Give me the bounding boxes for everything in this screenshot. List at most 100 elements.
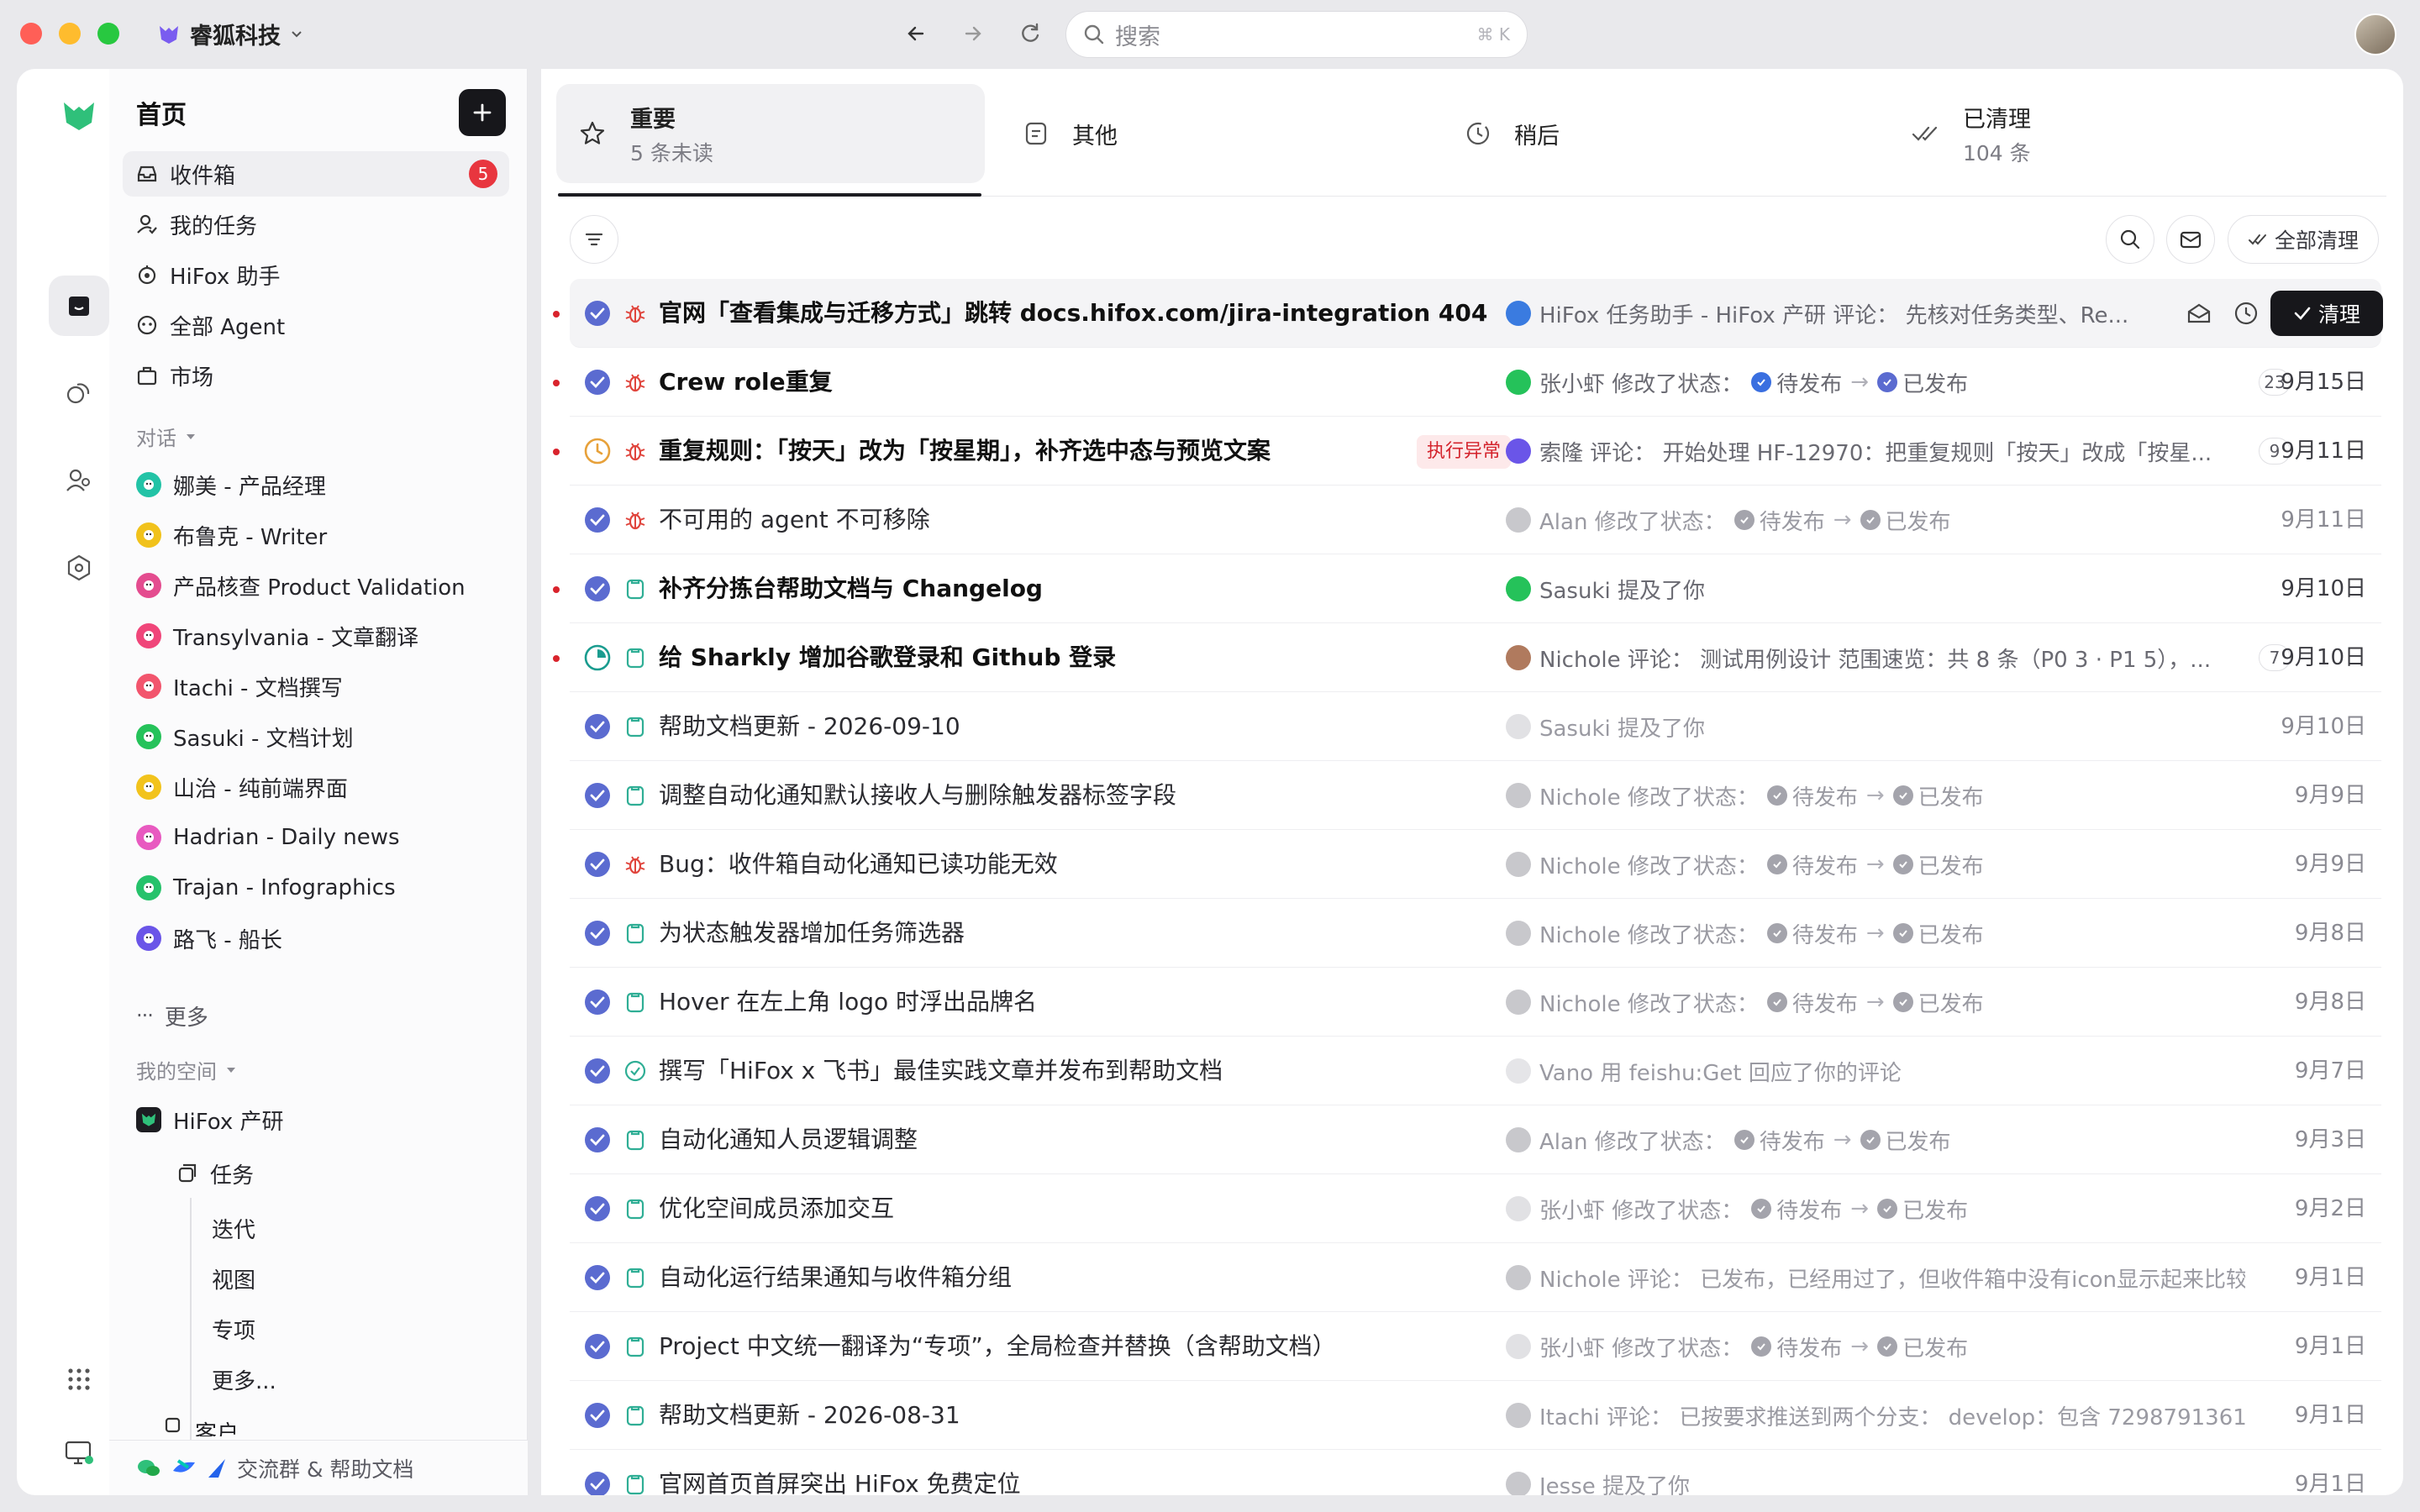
chat-nav-icon[interactable] (49, 363, 109, 423)
conversation-item[interactable]: Sasuki - 文档计划 (123, 714, 509, 759)
task-status-icon[interactable] (583, 575, 612, 603)
task-status-icon[interactable] (583, 850, 612, 879)
new-item-button[interactable] (459, 89, 506, 136)
status-check-icon (1751, 1336, 1772, 1357)
brand-logo-icon[interactable] (49, 86, 109, 146)
inbox-row[interactable]: 调整自动化通知默认接收人与删除触发器标签字段 Nichole 修改了状态： 待发布 →… (570, 761, 2381, 830)
inbox-row[interactable]: 优化空间成员添加交互 张小虾 修改了状态： 待发布 → 已发布 9月2日 (570, 1174, 2381, 1243)
inbox-row[interactable]: 自动化通知人员逻辑调整 Alan 修改了状态： 待发布 → 已发布 9月3日 (570, 1105, 2381, 1174)
space-customers[interactable]: 客户 (163, 1413, 239, 1436)
task-status-icon[interactable] (583, 1194, 612, 1223)
sidebar-item-more[interactable]: ··· 更多 (123, 993, 509, 1038)
snooze-clock-icon[interactable] (2232, 299, 2260, 328)
close-window-button[interactable] (20, 23, 42, 45)
activity-text: Itachi 评论： 已按要求推送到两个分支： develop：包含 72987… (1539, 1404, 2245, 1431)
home-nav-icon[interactable] (49, 276, 109, 336)
conversation-item[interactable]: 山治 - 纯前端界面 (123, 764, 509, 810)
row-title: Project 中文统一翻译为“专项”，全局检查并替换（含帮助文档） (659, 1332, 1336, 1360)
apps-grid-icon[interactable] (49, 1349, 109, 1410)
space-task-projects[interactable]: 专项 (212, 1314, 255, 1345)
task-status-icon[interactable] (583, 1470, 612, 1495)
sidebar-item-agents[interactable]: 全部 Agent (123, 302, 509, 348)
sidebar-item-my-tasks[interactable]: 我的任务 (123, 202, 509, 247)
conversation-item[interactable]: 娜美 - 产品经理 (123, 462, 509, 507)
task-status-icon[interactable] (583, 1332, 612, 1361)
task-status-icon[interactable] (583, 919, 612, 948)
actor-avatar (1506, 1472, 1531, 1495)
conversations-section-toggle[interactable]: 对话 (136, 422, 197, 451)
conversation-item[interactable]: Itachi - 文档撰写 (123, 664, 509, 709)
sidebar-item-market[interactable]: 市场 (123, 353, 509, 398)
mark-read-icon[interactable] (2185, 299, 2213, 328)
inbox-row[interactable]: Hover 在左上角 logo 时浮出品牌名 Nichole 修改了状态： 待发布 →… (570, 968, 2381, 1037)
inbox-row[interactable]: Crew role重复 张小虾 修改了状态： 待发布 → 已发布 23 9月15日 (553, 348, 2381, 417)
task-status-icon[interactable] (583, 1126, 612, 1154)
inbox-row[interactable]: 给 Sharkly 增加谷歌登录和 Github 登录 Nichole 评论： 测… (553, 623, 2381, 692)
back-button[interactable] (901, 18, 931, 49)
filter-button[interactable] (570, 215, 618, 264)
inbox-row[interactable]: 官网「查看集成与迁移方式」跳转 docs.hifox.com/jira-inte… (553, 279, 2383, 348)
mark-read-button[interactable] (2166, 215, 2215, 264)
reload-button[interactable] (1015, 18, 1045, 49)
inbox-row[interactable]: 自动化运行结果通知与收件箱分组 Nichole 评论： 已发布，已经用过了，但收件… (570, 1243, 2381, 1312)
conversation-item[interactable]: Transylvania - 文章翻译 (123, 613, 509, 659)
inbox-row[interactable]: 补齐分拣台帮助文档与 Changelog Sasuki 提及了你 9月10日 (553, 554, 2381, 623)
clean-button[interactable]: 清理 (2270, 291, 2383, 336)
minimize-window-button[interactable] (59, 23, 81, 45)
actor-avatar (1506, 370, 1531, 395)
conversation-item[interactable]: 路飞 - 船长 (123, 916, 509, 961)
clear-all-button[interactable]: 全部清理 (2228, 215, 2379, 264)
task-status-icon[interactable] (583, 1263, 612, 1292)
inbox-row[interactable]: 官网首页首屏突出 HiFox 免费定位 Jesse 提及了你 9月1日 (570, 1450, 2381, 1495)
spaces-section-toggle[interactable]: 我的空间 (136, 1055, 237, 1084)
search-inbox-button[interactable] (2106, 215, 2154, 264)
row-activity: Sasuki 提及了你 (1506, 554, 2245, 623)
inbox-row[interactable]: 为状态触发器增加任务筛选器 Nichole 修改了状态： 待发布 → 已发布 9月8日 (570, 899, 2381, 968)
inbox-row[interactable]: 帮助文档更新 - 2026-09-10 Sasuki 提及了你 9月10日 (570, 692, 2381, 761)
conversation-item[interactable]: Hadrian - Daily news (123, 815, 509, 860)
community-help-link[interactable]: 交流群 & 帮助文档 (109, 1440, 528, 1495)
actor-avatar (1506, 1403, 1531, 1428)
tab-cleared[interactable]: 已清理 104 条 (1911, 84, 2031, 183)
task-icon (623, 577, 647, 601)
conversation-item[interactable]: Trajan - Infographics (123, 865, 509, 911)
space-task-views[interactable]: 视图 (212, 1263, 255, 1294)
settings-nav-icon[interactable] (49, 538, 109, 598)
maximize-window-button[interactable] (97, 23, 119, 45)
inbox-row[interactable]: 撰写「HiFox x 飞书」最佳实践文章并发布到帮助文档 Vano 用 feish… (570, 1037, 2381, 1105)
space-tasks[interactable]: 任务 (163, 1151, 509, 1196)
user-avatar[interactable] (2354, 13, 2396, 55)
inbox-row[interactable]: 不可用的 agent 不可移除 Alan 修改了状态： 待发布 → 已发布 9月11日 (570, 486, 2381, 554)
sidebar-item-inbox[interactable]: 收件箱 5 (123, 151, 509, 197)
task-status-icon[interactable] (583, 643, 612, 672)
task-status-icon[interactable] (583, 1057, 612, 1085)
space-hifox[interactable]: HiFox 产研 (123, 1097, 509, 1142)
tab-other[interactable]: 其他 (1023, 84, 1118, 183)
desktop-icon[interactable] (49, 1423, 109, 1483)
task-status-icon[interactable] (583, 988, 612, 1016)
task-status-icon[interactable] (583, 506, 612, 534)
task-status-icon[interactable] (583, 299, 612, 328)
conversation-item[interactable]: 布鲁克 - Writer (123, 512, 509, 558)
workspace-switcher[interactable]: 睿狐科技 (156, 17, 304, 50)
row-date: 9月1日 (2294, 1472, 2366, 1495)
inbox-row[interactable]: 帮助文档更新 - 2026-08-31 Itachi 评论： 已按要求推送到两个分… (570, 1381, 2381, 1450)
tab-important[interactable]: 重要 5 条未读 (578, 84, 713, 183)
task-status-icon[interactable] (583, 1401, 612, 1430)
space-task-iterations[interactable]: 迭代 (212, 1213, 255, 1244)
forward-button[interactable] (958, 18, 988, 49)
members-nav-icon[interactable] (49, 450, 109, 511)
task-status-icon[interactable] (583, 368, 612, 396)
task-status-icon[interactable] (583, 781, 612, 810)
tab-later[interactable]: 稍后 (1465, 84, 1560, 183)
task-status-icon[interactable] (583, 437, 612, 465)
inbox-row[interactable]: Project 中文统一翻译为“专项”，全局检查并替换（含帮助文档） 张小虾 修改… (570, 1312, 2381, 1381)
space-task-more[interactable]: 更多... (212, 1364, 276, 1395)
search-input[interactable]: 搜索 ⌘ K (1065, 11, 1528, 58)
task-status-icon[interactable] (583, 712, 612, 741)
status-check-icon (1766, 785, 1787, 806)
inbox-row[interactable]: Bug：收件箱自动化通知已读功能无效 Nichole 修改了状态： 待发布 → 已发布 9… (570, 830, 2381, 899)
conversation-item[interactable]: 产品核查 Product Validation (123, 563, 509, 608)
sidebar-item-assistant[interactable]: HiFox 助手 (123, 252, 509, 297)
inbox-row[interactable]: 重复规则：「按天」改为「按星期」，补齐选中态与预览文案 执行异常 索隆 评论： 开始… (553, 417, 2381, 486)
